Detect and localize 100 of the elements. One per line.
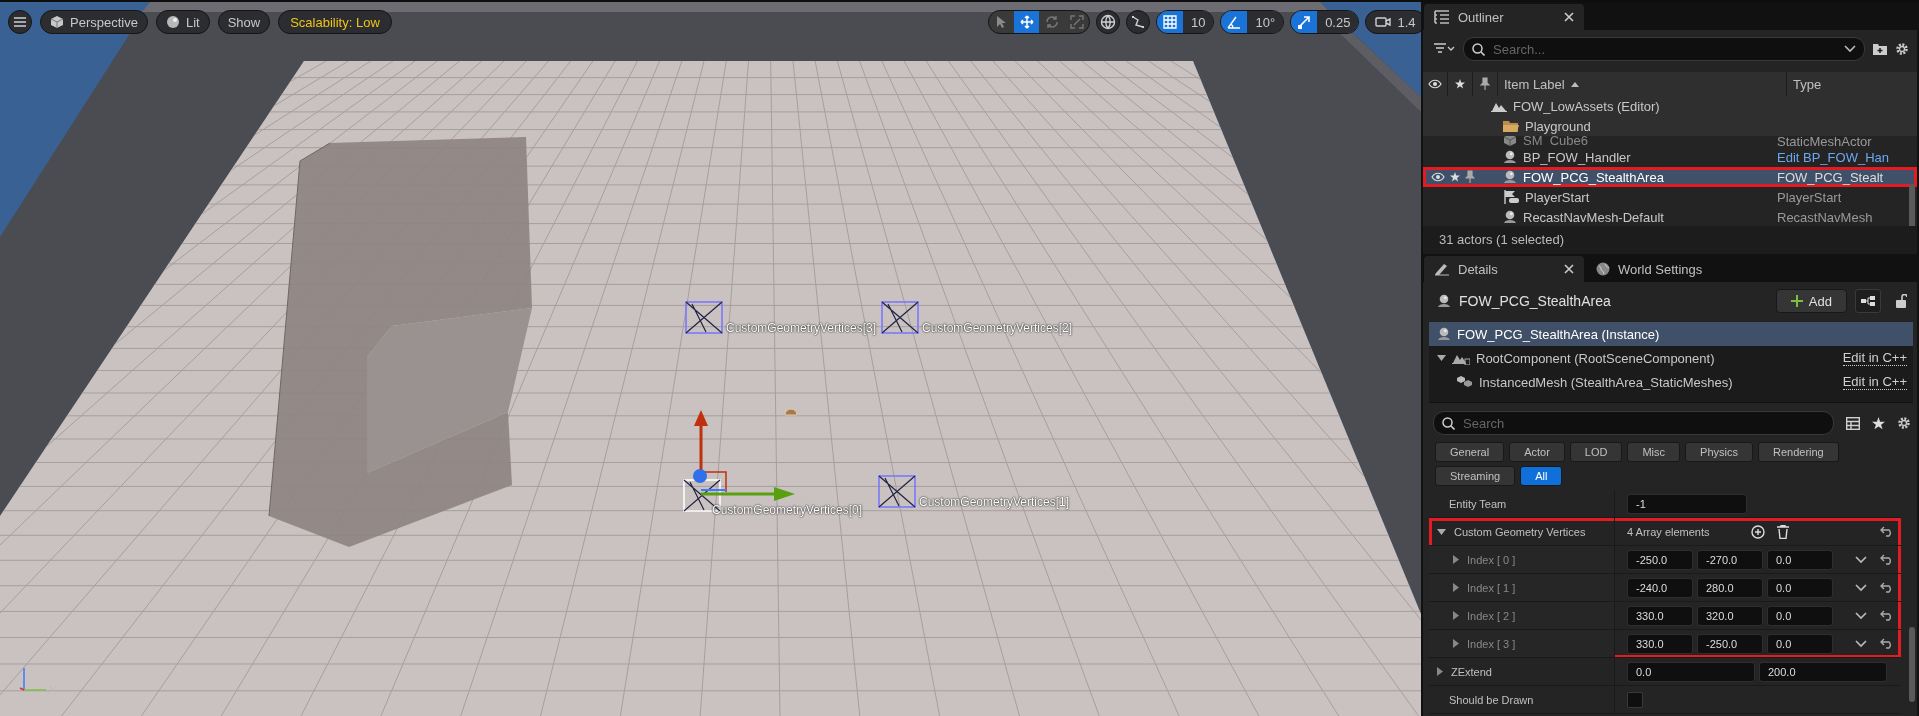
outliner-row[interactable]: Playground	[1423, 116, 1917, 136]
number-field[interactable]: 330.0	[1627, 605, 1693, 626]
number-field[interactable]: -250.0	[1697, 633, 1763, 654]
eye-icon[interactable]	[1428, 79, 1442, 89]
add-button[interactable]: Add	[1775, 289, 1847, 313]
expand-caret-icon[interactable]	[1437, 528, 1446, 535]
snap-toggle-button[interactable]	[1291, 11, 1318, 33]
outliner-row[interactable]: SM_Cube6 StaticMeshActor	[1423, 136, 1917, 147]
camera-speed-button[interactable]: 1.4	[1365, 10, 1421, 34]
search-input[interactable]: Search...	[1491, 40, 1838, 58]
panel-tab[interactable]: Details	[1424, 256, 1584, 282]
search-field[interactable]: Search	[1433, 411, 1834, 435]
menu-button[interactable]	[8, 10, 32, 34]
outliner-row[interactable]: FOW_LowAssets (Editor)	[1423, 96, 1917, 116]
outliner-row[interactable]: BP_FOW_Handler Edit BP_FOW_Han	[1423, 147, 1917, 167]
scrollbar-thumb[interactable]	[1909, 627, 1915, 702]
lighting-mode-button[interactable]: Lit	[155, 10, 210, 34]
wireframe-box-icon[interactable]	[685, 301, 723, 334]
chevron-down-icon[interactable]	[1855, 555, 1867, 564]
expand-caret-icon[interactable]	[1453, 583, 1459, 592]
unlocked-padlock-icon[interactable]	[1895, 294, 1907, 308]
filter-chip[interactable]: Physics	[1685, 442, 1753, 462]
number-field[interactable]: 0.0	[1767, 633, 1833, 654]
number-field[interactable]: 0.0	[1767, 577, 1833, 598]
filter-chip[interactable]: General	[1435, 442, 1505, 462]
outliner-tab[interactable]: Outliner	[1424, 4, 1584, 30]
panel-tab[interactable]: World Settings	[1586, 256, 1713, 282]
snap-toggle-button[interactable]	[1221, 11, 1248, 33]
snap-value-button[interactable]: 0.25	[1317, 11, 1359, 33]
number-field[interactable]: 330.0	[1627, 633, 1693, 654]
outliner-row[interactable]: PlayerStart PlayerStart	[1423, 187, 1917, 207]
chevron-down-icon[interactable]	[1855, 639, 1867, 648]
pin-icon[interactable]	[1480, 77, 1490, 91]
number-field[interactable]: 0.0	[1767, 605, 1833, 626]
number-field[interactable]: -270.0	[1697, 549, 1763, 570]
number-field[interactable]: 200.0	[1759, 661, 1887, 682]
snap-value-button[interactable]: 10	[1183, 11, 1214, 33]
trash-icon[interactable]	[1777, 524, 1789, 539]
snap-value-button[interactable]: 10°	[1247, 11, 1284, 33]
star-icon[interactable]	[1455, 79, 1465, 89]
outliner-row[interactable]: RecastNavMesh-Default RecastNavMesh	[1423, 207, 1917, 226]
component-row[interactable]: FOW_PCG_StealthArea (Instance)	[1429, 322, 1913, 346]
component-row[interactable]: InstancedMesh (StealthArea_StaticMeshes) Edit in C++	[1429, 370, 1913, 394]
number-field[interactable]: 0.0	[1627, 661, 1755, 682]
eye-icon[interactable]	[1431, 172, 1446, 182]
chevron-down-icon[interactable]	[1855, 583, 1867, 592]
filter-chip[interactable]: Misc	[1627, 442, 1681, 462]
filter-chip[interactable]: Streaming	[1435, 466, 1516, 486]
player-start-marker[interactable]	[784, 408, 798, 416]
reset-arrow-icon[interactable]	[1880, 638, 1894, 649]
add-circle-icon[interactable]	[1751, 524, 1765, 539]
number-field[interactable]: -1	[1627, 493, 1747, 514]
close-icon[interactable]	[1564, 12, 1574, 22]
expand-caret-icon[interactable]	[1453, 611, 1459, 620]
edit-in-cpp-link[interactable]: Edit in C++	[1842, 374, 1907, 390]
number-field[interactable]: 280.0	[1697, 577, 1763, 598]
transform-tool-button[interactable]	[1014, 11, 1039, 33]
number-field[interactable]: 320.0	[1697, 605, 1763, 626]
settings-icon[interactable]	[1895, 42, 1909, 56]
snap-toggle-button[interactable]	[1157, 11, 1183, 33]
sort-up-icon[interactable]	[1570, 81, 1579, 87]
expand-caret-icon[interactable]	[1453, 555, 1459, 564]
filter-chip[interactable]: Rendering	[1757, 442, 1839, 462]
filter-chip[interactable]: Actor	[1509, 442, 1565, 462]
settings-icon[interactable]	[1897, 416, 1911, 430]
outliner-row[interactable]: FOW_PCG_StealthArea FOW_PCG_Stealt	[1423, 167, 1917, 187]
edit-link[interactable]: Edit BP_FOW_Han	[1777, 149, 1889, 165]
component-row[interactable]: RootComponent (RootSceneComponent) Edit in C++	[1429, 346, 1913, 370]
search-field[interactable]: Search...	[1463, 37, 1865, 61]
star-icon[interactable]	[1872, 416, 1885, 430]
dropdown-chevron-icon[interactable]	[1844, 45, 1856, 53]
table-icon[interactable]	[1846, 416, 1860, 430]
scalability-button[interactable]: Scalability: Low	[278, 10, 392, 34]
filter-icon[interactable]	[1433, 43, 1455, 55]
chevron-down-icon[interactable]	[1855, 611, 1867, 620]
checkbox[interactable]	[1627, 691, 1643, 708]
edit-in-cpp-link[interactable]: Edit in C++	[1842, 350, 1907, 366]
filter-chip[interactable]: All	[1520, 466, 1563, 486]
expand-caret-icon[interactable]	[1437, 667, 1443, 676]
wireframe-box-icon[interactable]	[878, 475, 916, 508]
expand-caret-icon[interactable]	[1437, 355, 1446, 361]
pin-icon[interactable]	[1464, 170, 1475, 184]
number-field[interactable]: 0.0	[1767, 549, 1833, 570]
folder-plus-icon[interactable]	[1873, 43, 1887, 55]
reset-arrow-icon[interactable]	[1880, 554, 1894, 565]
close-icon[interactable]	[1564, 264, 1574, 274]
search-input[interactable]: Search	[1461, 414, 1825, 432]
view-mode-button[interactable]: Perspective	[40, 10, 148, 34]
reset-arrow-icon[interactable]	[1880, 610, 1894, 621]
blueprint-button[interactable]	[1855, 289, 1881, 313]
number-field[interactable]: -240.0	[1627, 577, 1693, 598]
scrollbar-thumb[interactable]	[1909, 184, 1915, 226]
reset-arrow-icon[interactable]	[1880, 526, 1894, 537]
star-icon[interactable]	[1450, 172, 1460, 182]
reset-arrow-icon[interactable]	[1880, 582, 1894, 593]
column-header[interactable]: Type	[1787, 72, 1917, 96]
number-field[interactable]: -250.0	[1627, 549, 1693, 570]
filter-chip[interactable]: LOD	[1569, 442, 1623, 462]
wireframe-box-icon[interactable]	[881, 301, 919, 334]
expand-caret-icon[interactable]	[1453, 639, 1459, 648]
